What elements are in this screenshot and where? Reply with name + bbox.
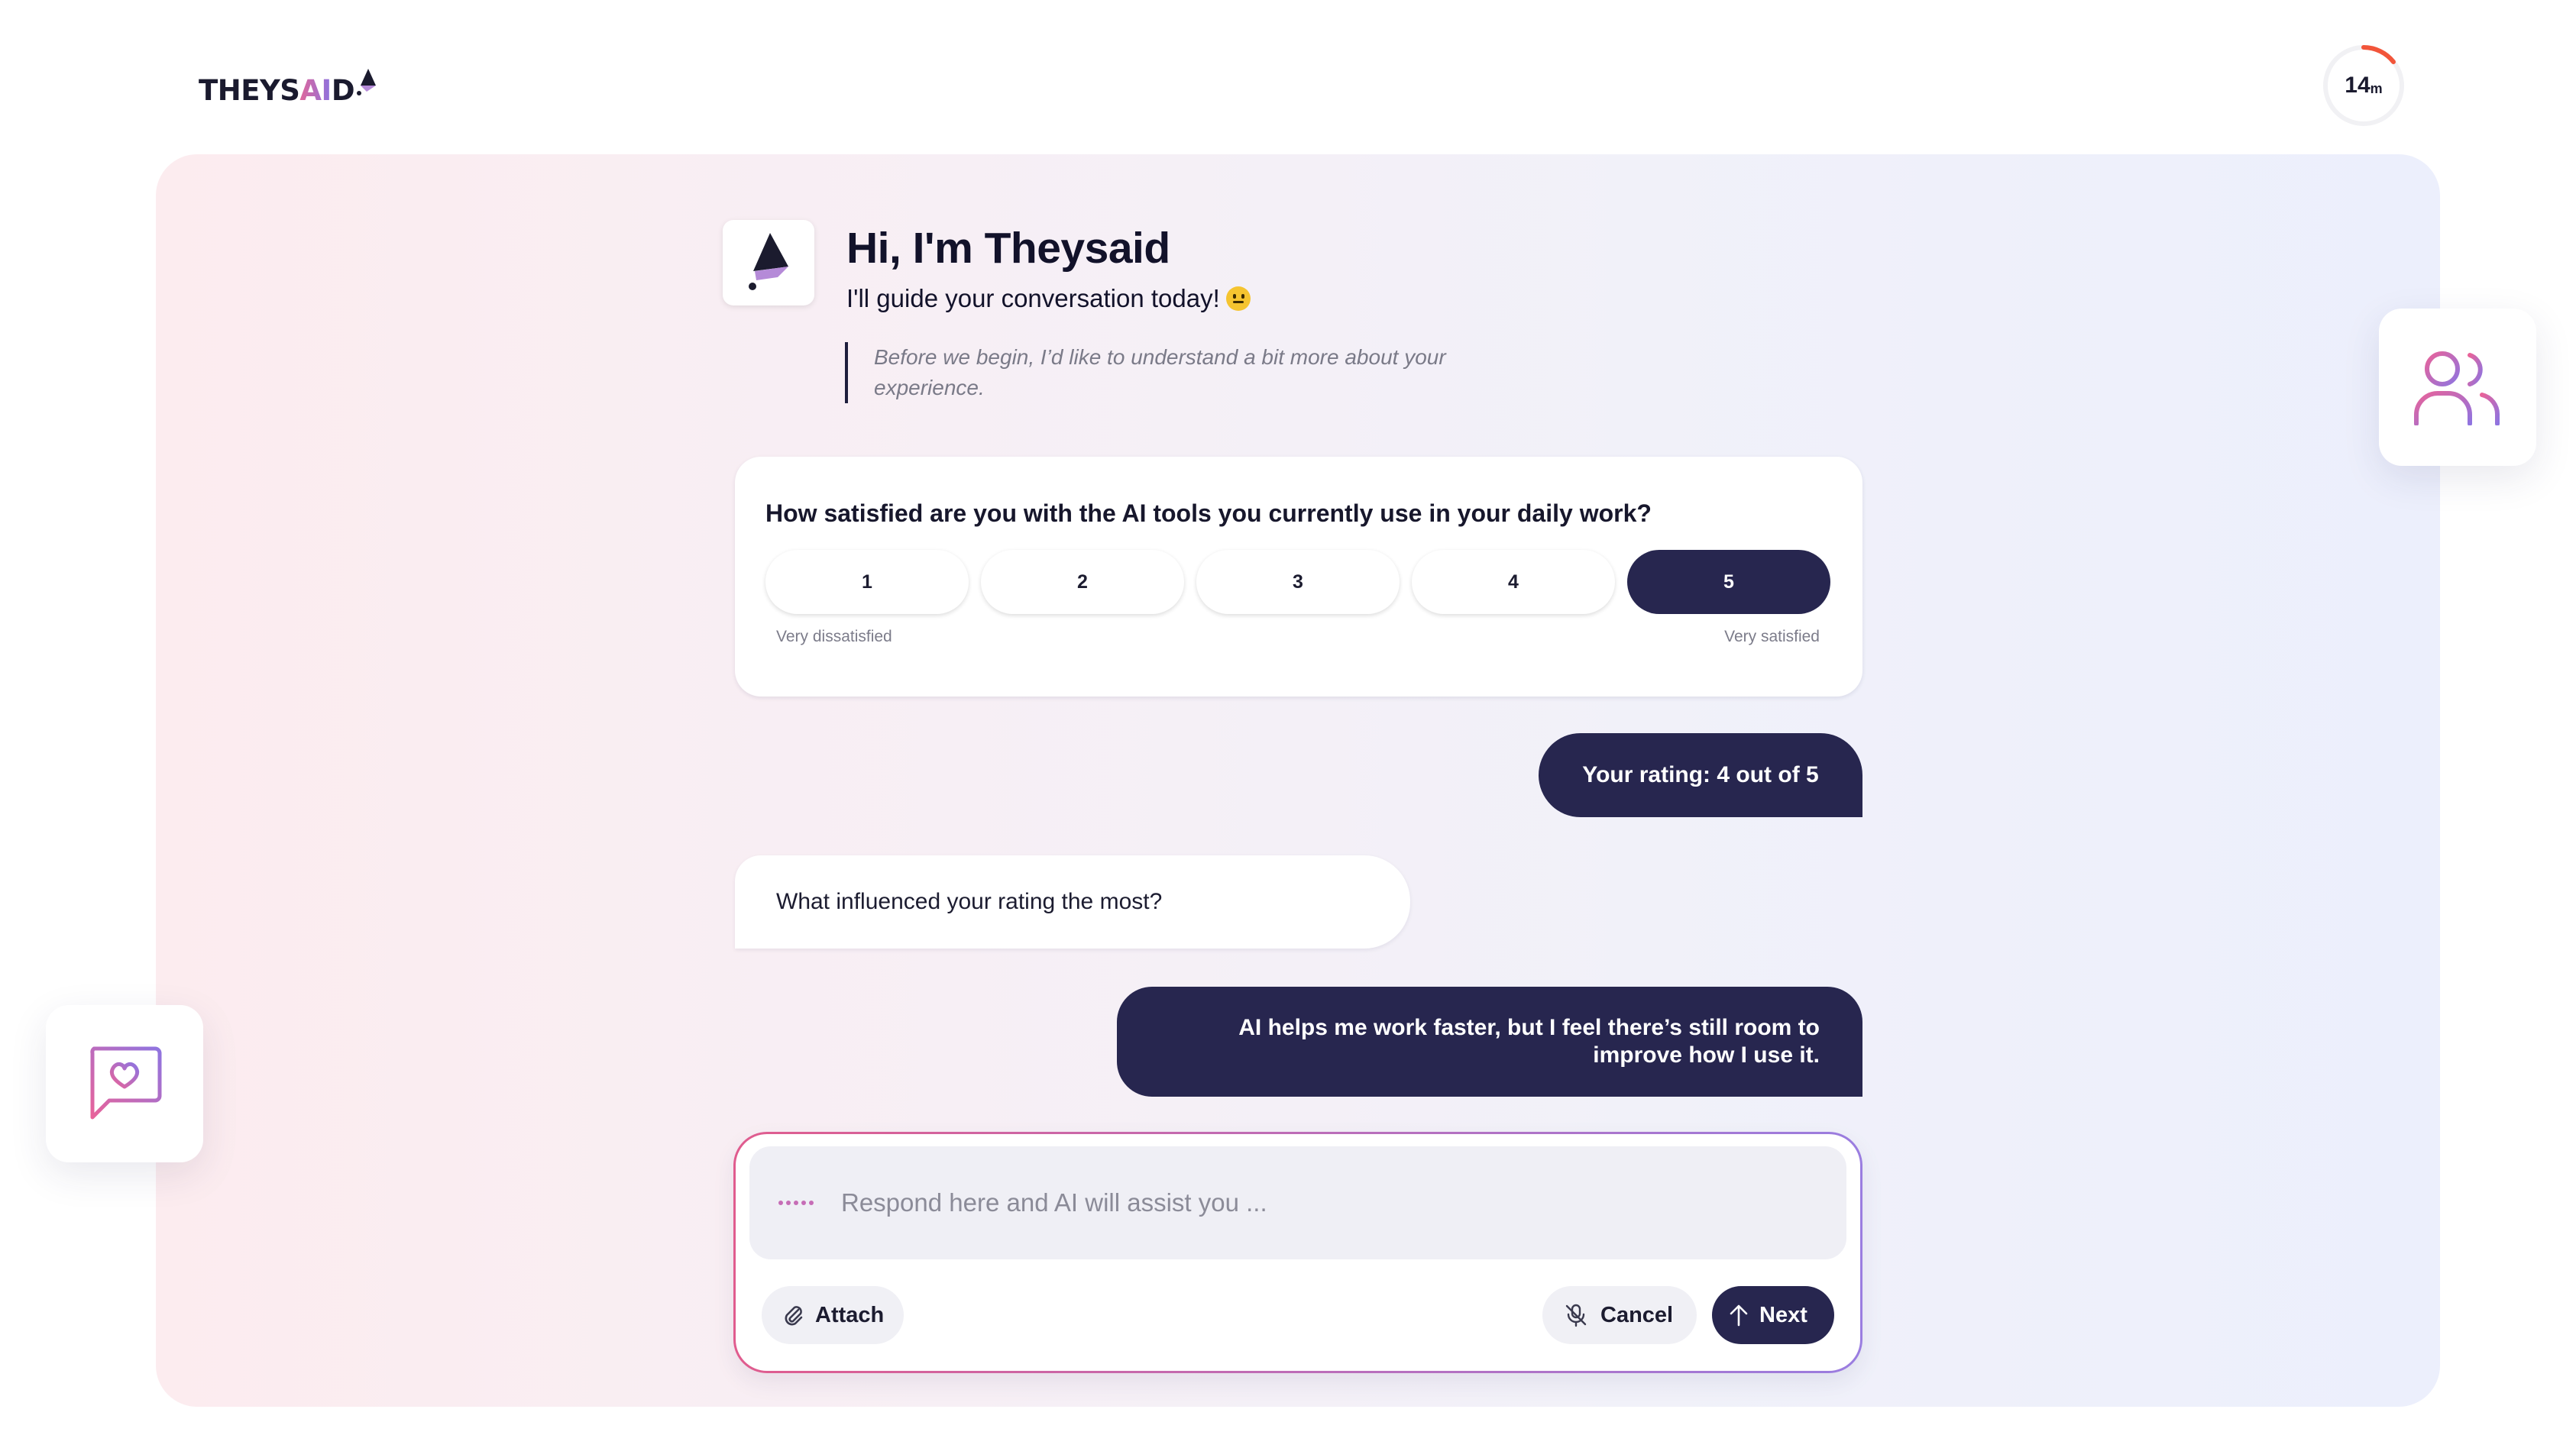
rating-option-1[interactable]: 1: [765, 550, 969, 614]
ai-dots-icon: [778, 1201, 814, 1205]
user-message-answer-text: AI helps me work faster, but I feel ther…: [1238, 1015, 1820, 1068]
greeting-subtitle-text: I'll guide your conversation today!: [846, 284, 1220, 312]
rating-option-3[interactable]: 3: [1196, 550, 1400, 614]
intro-quote: Before we begin, I’d like to understand …: [845, 342, 1470, 403]
greeting-title: Hi, I'm Theysaid: [846, 224, 1170, 273]
response-input[interactable]: [840, 1188, 1759, 1218]
logo-wordmark: THEYSAID: [199, 73, 355, 107]
smile-emoji-icon: [1225, 286, 1251, 311]
assistant-avatar: [723, 220, 814, 305]
input-area[interactable]: [749, 1146, 1846, 1259]
rating-options: 1 2 3 4 5: [765, 550, 1830, 614]
paperclip-icon: [785, 1306, 803, 1326]
next-label: Next: [1759, 1302, 1807, 1327]
user-message-rating: Your rating: 4 out of 5: [1539, 733, 1862, 817]
attach-label: Attach: [815, 1302, 885, 1327]
session-timer: 14 m: [2321, 43, 2406, 128]
arrow-up-icon: [1730, 1304, 1748, 1327]
ai-message-question: What influenced your rating the most?: [735, 855, 1410, 949]
users-icon: [2414, 351, 2500, 425]
scale-max-label: Very satisfied: [1724, 628, 1820, 645]
composer-body: Attach Cancel Next: [736, 1134, 1860, 1371]
rating-option-2[interactable]: 2: [981, 550, 1184, 614]
attach-button[interactable]: Attach: [762, 1286, 904, 1344]
rating-card: How satisfied are you with the AI tools …: [735, 457, 1862, 697]
response-composer: Attach Cancel Next: [733, 1132, 1862, 1373]
timer-label: 14 m: [2345, 73, 2383, 98]
cancel-label: Cancel: [1600, 1302, 1674, 1327]
theysaid-cone-icon: [749, 233, 788, 290]
mic-off-icon: [1565, 1304, 1587, 1327]
rating-option-5[interactable]: 5: [1627, 550, 1830, 614]
chat-heart-icon: [90, 1046, 162, 1120]
logo-cone-icon: [357, 69, 377, 95]
user-message-answer: AI helps me work faster, but I feel ther…: [1117, 987, 1862, 1097]
rating-question: How satisfied are you with the AI tools …: [765, 499, 1652, 527]
scale-min-label: Very dissatisfied: [776, 628, 892, 645]
feedback-card[interactable]: [46, 1005, 203, 1162]
greeting-subtitle: I'll guide your conversation today!: [846, 284, 1251, 313]
theysaid-logo[interactable]: THEYSAID: [199, 67, 377, 113]
cancel-button[interactable]: Cancel: [1542, 1286, 1697, 1344]
participants-card[interactable]: [2379, 309, 2536, 466]
next-button[interactable]: Next: [1712, 1286, 1834, 1344]
rating-option-4[interactable]: 4: [1412, 550, 1615, 614]
